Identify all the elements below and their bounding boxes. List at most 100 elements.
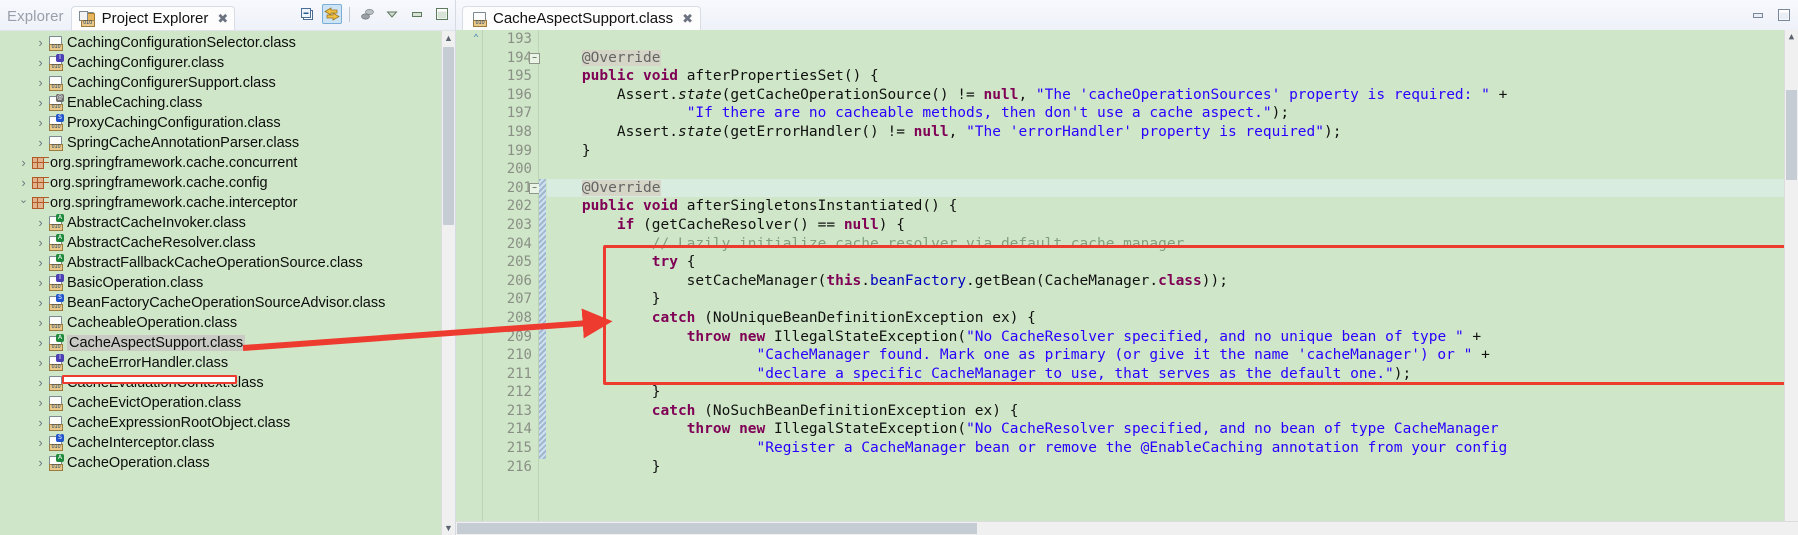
code-line[interactable]: @Override: [547, 178, 1798, 198]
chevron-right-icon[interactable]: [34, 256, 47, 270]
annotation-ruler[interactable]: ⌃: [456, 30, 483, 535]
code-line[interactable]: "CacheManager found. Mark one as primary…: [547, 346, 1798, 365]
tree-item[interactable]: org.springframework.cache.interceptor: [0, 193, 442, 213]
chevron-right-icon[interactable]: [34, 296, 47, 310]
collapse-all-icon[interactable]: [297, 4, 317, 24]
chevron-right-icon[interactable]: [34, 276, 47, 290]
chevron-right-icon[interactable]: [34, 136, 47, 150]
link-with-editor-icon[interactable]: [322, 4, 342, 24]
tree-item[interactable]: ICachingConfigurer.class: [0, 53, 442, 73]
scroll-up-icon[interactable]: ▲: [442, 31, 455, 45]
chevron-right-icon[interactable]: [34, 356, 47, 370]
chevron-right-icon[interactable]: [34, 36, 47, 50]
code-line[interactable]: }: [547, 383, 1798, 402]
explorer-vertical-scrollbar[interactable]: ▲ ▼: [441, 31, 455, 535]
focus-on-active-task-icon[interactable]: [357, 4, 377, 24]
class-file-icon: A: [47, 334, 64, 351]
code-line[interactable]: [547, 160, 1798, 179]
tree-item[interactable]: AAbstractFallbackCacheOperationSource.cl…: [0, 253, 442, 273]
tree-item[interactable]: ICacheErrorHandler.class: [0, 353, 442, 373]
chevron-right-icon[interactable]: [34, 316, 47, 330]
chevron-right-icon[interactable]: [34, 96, 47, 110]
chevron-right-icon[interactable]: [34, 416, 47, 430]
tree-item[interactable]: @EnableCaching.class: [0, 93, 442, 113]
tab-project-explorer[interactable]: Project Explorer ✖: [70, 6, 236, 31]
code-line[interactable]: Assert.state(getCacheOperationSource() !…: [547, 86, 1798, 105]
code-line[interactable]: @Override: [547, 49, 1798, 68]
code-line[interactable]: if (getCacheResolver() == null) {: [547, 216, 1798, 235]
code-text[interactable]: @Override public void afterPropertiesSet…: [539, 30, 1798, 535]
view-menu-icon[interactable]: [382, 4, 402, 24]
close-icon[interactable]: ✖: [217, 12, 228, 25]
code-area[interactable]: ⌃ 193 194−195 196 197 198 199 200 201−202 203 204…: [456, 30, 1798, 535]
tree-item[interactable]: org.springframework.cache.concurrent: [0, 153, 442, 173]
tree-item[interactable]: AAbstractCacheInvoker.class: [0, 213, 442, 233]
code-line[interactable]: "declare a specific CacheManager to use,…: [547, 365, 1798, 384]
chevron-right-icon[interactable]: [17, 176, 30, 190]
tree-item[interactable]: CacheExpressionRootObject.class: [0, 413, 442, 433]
class-file-icon: A: [47, 454, 64, 471]
chevron-right-icon[interactable]: [34, 396, 47, 410]
tree-item[interactable]: ACacheOperation.class: [0, 453, 442, 473]
code-line[interactable]: catch (NoSuchBeanDefinitionException ex)…: [547, 402, 1798, 421]
editor-vertical-scrollbar[interactable]: ▲ ▼: [1784, 30, 1798, 535]
scroll-thumb[interactable]: [1786, 90, 1797, 180]
scroll-down-icon[interactable]: ▼: [442, 521, 455, 535]
tree-item[interactable]: SProxyCachingConfiguration.class: [0, 113, 442, 133]
editor-horizontal-scrollbar[interactable]: [456, 521, 1798, 535]
chevron-right-icon[interactable]: [17, 156, 30, 170]
code-line[interactable]: "If there are no cacheable methods, then…: [547, 104, 1798, 123]
code-line[interactable]: throw new IllegalStateException("No Cach…: [547, 420, 1798, 439]
maximize-icon[interactable]: [1774, 5, 1794, 25]
code-line[interactable]: [547, 30, 1798, 49]
tree-item[interactable]: CacheableOperation.class: [0, 313, 442, 333]
tree-item[interactable]: IBasicOperation.class: [0, 273, 442, 293]
type-badge-icon: I: [56, 354, 64, 362]
code-line[interactable]: // Lazily initialize cache resolver via …: [547, 235, 1798, 254]
code-line[interactable]: }: [547, 142, 1798, 161]
chevron-right-icon[interactable]: [34, 76, 47, 90]
project-tree[interactable]: CachingConfigurationSelector.classICachi…: [0, 31, 442, 535]
tree-item[interactable]: AAbstractCacheResolver.class: [0, 233, 442, 253]
chevron-right-icon[interactable]: [34, 56, 47, 70]
tree-item[interactable]: org.springframework.cache.config: [0, 173, 442, 193]
code-line[interactable]: }: [547, 290, 1798, 309]
tree-item[interactable]: CachingConfigurationSelector.class: [0, 33, 442, 53]
chevron-right-icon[interactable]: [34, 436, 47, 450]
tree-item[interactable]: CacheEvictOperation.class: [0, 393, 442, 413]
class-file-icon: I: [47, 354, 64, 371]
chevron-right-icon[interactable]: [34, 216, 47, 230]
code-line[interactable]: Assert.state(getErrorHandler() != null, …: [547, 123, 1798, 142]
tree-item[interactable]: SBeanFactoryCacheOperationSourceAdvisor.…: [0, 293, 442, 313]
line-number: 216: [506, 458, 532, 475]
tree-item[interactable]: ACacheAspectSupport.class: [0, 333, 442, 353]
code-line[interactable]: try {: [547, 253, 1798, 272]
tab-cacheaspectsupport[interactable]: CacheAspectSupport.class ✖: [462, 6, 702, 31]
maximize-icon[interactable]: [432, 4, 452, 24]
line-number: 203: [506, 216, 532, 233]
chevron-right-icon[interactable]: [34, 236, 47, 250]
chevron-right-icon[interactable]: [34, 336, 47, 350]
close-icon[interactable]: ✖: [682, 12, 693, 25]
chevron-right-icon[interactable]: [34, 376, 47, 390]
tree-item[interactable]: CachingConfigurerSupport.class: [0, 73, 442, 93]
chevron-right-icon[interactable]: [34, 116, 47, 130]
code-line[interactable]: public void afterPropertiesSet() {: [547, 67, 1798, 86]
tree-item-label: BeanFactoryCacheOperationSourceAdvisor.c…: [67, 295, 386, 311]
minimize-icon[interactable]: [1748, 5, 1768, 25]
scroll-thumb[interactable]: [443, 47, 454, 225]
code-line[interactable]: setCacheManager(this.beanFactory.getBean…: [547, 272, 1798, 291]
chevron-down-icon[interactable]: [17, 198, 30, 209]
code-line[interactable]: throw new IllegalStateException("No Cach…: [547, 328, 1798, 347]
explorer-ghost-tab[interactable]: Explorer: [4, 8, 71, 30]
tree-item[interactable]: SCacheInterceptor.class: [0, 433, 442, 453]
code-line[interactable]: }: [547, 458, 1798, 477]
tree-item[interactable]: SpringCacheAnnotationParser.class: [0, 133, 442, 153]
minimize-icon[interactable]: [407, 4, 427, 24]
hscroll-thumb[interactable]: [457, 523, 977, 534]
scroll-up-icon[interactable]: ▲: [1785, 30, 1798, 44]
code-line[interactable]: catch (NoUniqueBeanDefinitionException e…: [547, 309, 1798, 328]
code-line[interactable]: public void afterSingletonsInstantiated(…: [547, 197, 1798, 216]
code-line[interactable]: "Register a CacheManager bean or remove …: [547, 439, 1798, 458]
chevron-right-icon[interactable]: [34, 456, 47, 470]
